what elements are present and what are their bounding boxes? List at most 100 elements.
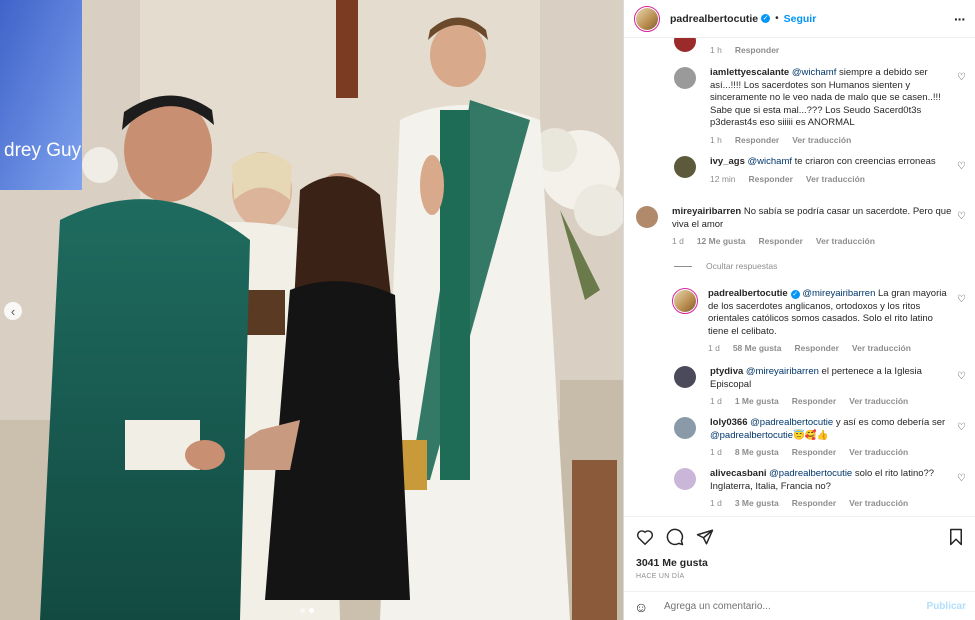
reply-button[interactable]: Responder xyxy=(758,235,802,248)
comment-item: mireyairibarren No sabía se podría casar… xyxy=(636,206,952,248)
heart-icon[interactable] xyxy=(636,529,654,545)
comment-time: 12 min xyxy=(710,173,736,184)
avatar[interactable] xyxy=(674,366,696,388)
avatar[interactable] xyxy=(634,5,660,32)
comment-time: 1 d xyxy=(710,447,722,457)
comment-item: iamlettyescalante @wichamf siempre a deb… xyxy=(674,67,950,146)
reply-button[interactable]: Responder xyxy=(792,395,836,408)
header-username[interactable]: padrealbertocutie xyxy=(670,13,758,25)
see-translation-button[interactable]: Ver traducción xyxy=(849,446,908,459)
comment-username[interactable]: ivy_ags xyxy=(710,156,745,167)
comment-mention[interactable]: @mireyairibarren xyxy=(746,366,819,377)
share-icon[interactable] xyxy=(696,528,714,546)
comment-time: 1 d xyxy=(708,343,720,353)
hide-replies-button[interactable]: Ocultar respuestas xyxy=(674,261,777,271)
comment-username[interactable]: loly0366 xyxy=(710,417,748,428)
screen-text: drey Guy xyxy=(4,140,82,161)
comment-icon[interactable] xyxy=(666,528,684,546)
avatar[interactable] xyxy=(674,67,696,89)
see-translation-button[interactable]: Ver traducción xyxy=(816,235,875,248)
more-horizontal-icon[interactable]: ··· xyxy=(954,11,966,27)
chevron-left-icon[interactable]: ‹ xyxy=(4,302,22,320)
emoji-icon[interactable]: ☺ xyxy=(634,599,654,615)
comment-likes[interactable]: 1 Me gusta xyxy=(735,395,779,408)
see-translation-button[interactable]: Ver traducción xyxy=(849,497,908,510)
comment-time: 1 h xyxy=(710,134,722,145)
like-comment-icon[interactable]: ♡ xyxy=(957,161,966,172)
likes-count[interactable]: 3041 Me gusta xyxy=(624,557,975,569)
comment-item: alivecasbani @padrealbertocutie solo el … xyxy=(674,468,950,510)
comment-body: y así es como debería ser xyxy=(833,417,946,428)
reply-button[interactable]: Responder xyxy=(794,342,838,355)
comment-mention[interactable]: @wichamf xyxy=(748,156,793,167)
post-photo[interactable]: drey Guy ‹ xyxy=(0,0,623,620)
comment-text: ivy_ags @wichamf te criaron con creencia… xyxy=(710,156,950,169)
see-translation-button[interactable]: Ver traducción xyxy=(806,173,865,186)
reply-button[interactable]: Responder xyxy=(749,173,793,186)
comment-time: 1 h xyxy=(710,45,722,55)
post-panel: padrealbertocutie ✓ • Seguir ··· 1 h Res… xyxy=(623,0,975,620)
comment-body: te criaron con creencias erroneas xyxy=(792,156,936,167)
like-comment-icon[interactable]: ♡ xyxy=(957,72,966,83)
carousel-dot-active xyxy=(309,608,314,613)
comment-username[interactable]: ptydiva xyxy=(710,366,743,377)
bookmark-icon[interactable] xyxy=(948,528,964,546)
comment-mention[interactable]: @wichamf xyxy=(792,67,837,78)
comment-item: 1 h Responder xyxy=(674,38,950,57)
comment-likes[interactable]: 3 Me gusta xyxy=(735,497,779,510)
comment-mention[interactable]: @padrealbertocutie xyxy=(750,417,833,428)
comment-input[interactable] xyxy=(664,601,927,612)
like-comment-icon[interactable]: ♡ xyxy=(957,211,966,222)
avatar[interactable] xyxy=(672,288,698,314)
comment-username[interactable]: mireyairibarren xyxy=(672,206,741,217)
like-comment-icon[interactable]: ♡ xyxy=(957,422,966,433)
see-translation-button[interactable]: Ver traducción xyxy=(852,342,911,355)
avatar[interactable] xyxy=(674,417,696,439)
publish-button[interactable]: Publicar xyxy=(927,601,966,612)
verified-badge-icon: ✓ xyxy=(790,290,800,299)
see-translation-button[interactable]: Ver traducción xyxy=(849,395,908,408)
divider xyxy=(674,265,692,267)
post-header: padrealbertocutie ✓ • Seguir ··· xyxy=(624,0,975,38)
comment-likes[interactable]: 12 Me gusta xyxy=(697,235,746,248)
comment-text: alivecasbani @padrealbertocutie solo el … xyxy=(710,468,950,493)
comment-item: ptydiva @mireyairibarren el pertenece a … xyxy=(674,366,950,408)
comment-meta: 1 h Responder Ver traducción xyxy=(710,134,950,147)
like-comment-icon[interactable]: ♡ xyxy=(957,371,966,382)
comment-text: loly0366 @padrealbertocutie y así es com… xyxy=(710,417,950,442)
avatar[interactable] xyxy=(636,206,658,228)
post-footer: 3041 Me gusta Hace un día ☺ Publicar xyxy=(624,516,975,615)
comment-mention[interactable]: @padrealbertocutie xyxy=(769,468,852,479)
comment-meta: 1 d 1 Me gusta Responder Ver traducción xyxy=(710,395,950,408)
comment-likes[interactable]: 8 Me gusta xyxy=(735,446,779,459)
like-comment-icon[interactable]: ♡ xyxy=(957,294,966,305)
comment-text: padrealbertocutie ✓ @mireyairibarren La g… xyxy=(708,288,950,338)
reply-button[interactable]: Responder xyxy=(735,44,779,57)
comment-meta: 1 d 8 Me gusta Responder Ver traducción xyxy=(710,446,950,459)
comment-time: 1 d xyxy=(672,236,684,246)
reply-button[interactable]: Responder xyxy=(735,134,779,147)
add-comment-bar: ☺ Publicar xyxy=(624,591,975,620)
reply-button[interactable]: Responder xyxy=(792,497,836,510)
avatar[interactable] xyxy=(674,38,696,52)
comment-time: 1 d xyxy=(710,498,722,508)
comment-meta: 1 d 3 Me gusta Responder Ver traducción xyxy=(710,497,950,510)
see-translation-button[interactable]: Ver traducción xyxy=(792,134,851,147)
comments-list[interactable]: 1 h Responder iamlettyescalante @wichamf… xyxy=(624,38,975,516)
carousel-dot xyxy=(300,608,305,613)
avatar[interactable] xyxy=(674,156,696,178)
avatar[interactable] xyxy=(674,468,696,490)
comment-mention[interactable]: @padrealbertocutie xyxy=(710,430,793,441)
reply-button[interactable]: Responder xyxy=(792,446,836,459)
comment-meta: 1 h Responder xyxy=(710,44,950,57)
comment-likes[interactable]: 58 Me gusta xyxy=(733,342,782,355)
comment-meta: 1 d 12 Me gusta Responder Ver traducción xyxy=(672,235,952,248)
comment-mention[interactable]: @mireyairibarren xyxy=(802,288,875,299)
comment-username[interactable]: iamlettyescalante xyxy=(710,67,789,78)
post-time: Hace un día xyxy=(636,573,685,580)
hide-replies-label: Ocultar respuestas xyxy=(706,261,778,271)
comment-username[interactable]: alivecasbani xyxy=(710,468,767,479)
follow-button[interactable]: Seguir xyxy=(784,13,817,25)
like-comment-icon[interactable]: ♡ xyxy=(957,473,966,484)
comment-username[interactable]: padrealbertocutie xyxy=(708,288,788,299)
